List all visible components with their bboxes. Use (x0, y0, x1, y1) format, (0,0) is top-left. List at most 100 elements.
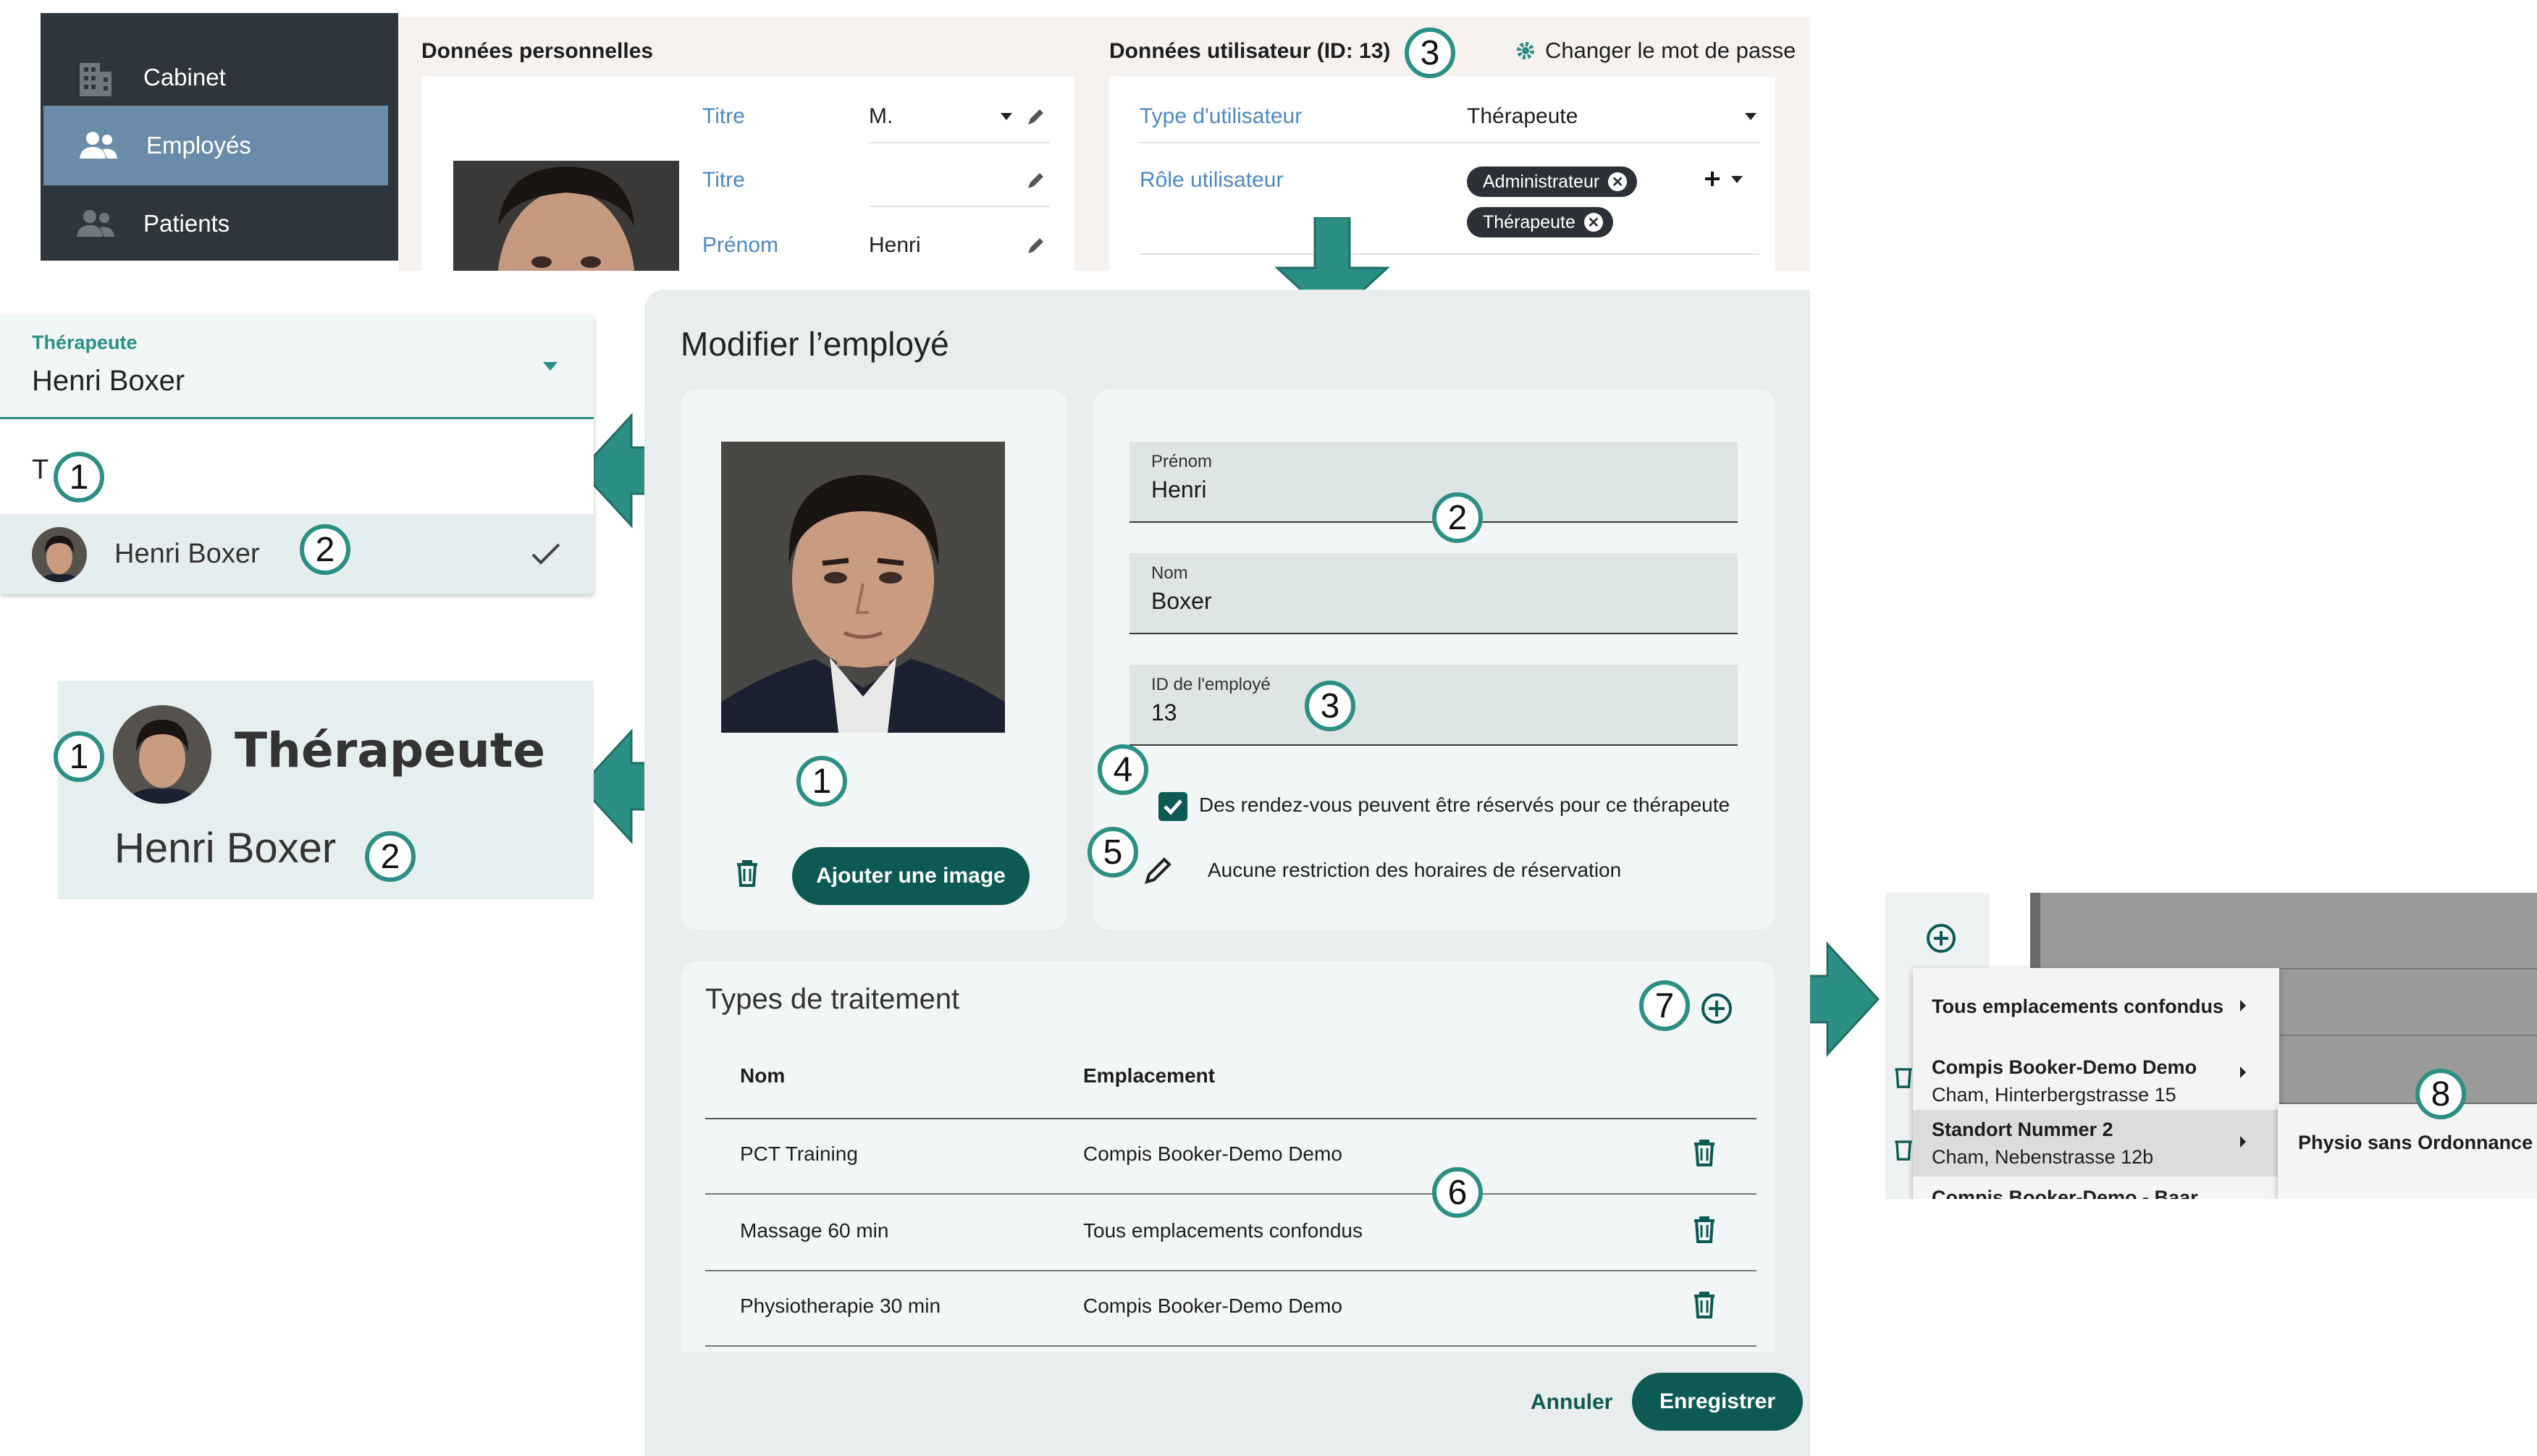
callout-3-dialog: 3 (1305, 681, 1355, 731)
employee-fields-card: Prénom Henri Nom Boxer ID de l'employé 1… (1093, 390, 1775, 930)
treatment-location: Tous emplacements confondus (1083, 1219, 1363, 1242)
users-icon (77, 130, 120, 161)
delete-image-icon[interactable] (734, 859, 760, 888)
column-header-location: Emplacement (1083, 1064, 1216, 1087)
therapist-search-input[interactable]: T (32, 455, 49, 486)
therapist-select-value: Henri Boxer (32, 365, 185, 397)
caret-down-icon[interactable] (1730, 175, 1743, 184)
location-menu-item[interactable]: Compis Booker-Demo - Baar (1913, 1177, 2279, 1199)
restriction-label[interactable]: Aucune restriction des horaires de réser… (1208, 859, 1621, 882)
therapist-header-panel: Thérapeute Henri Boxer (58, 681, 594, 899)
treatment-name: PCT Training (740, 1143, 858, 1165)
location-title: Tous emplacements confondus (1932, 996, 2224, 1017)
field-label-titre-2: Titre (702, 168, 745, 192)
remove-chip-icon[interactable]: ✕ (1583, 213, 1603, 232)
trash-icon[interactable] (1893, 1064, 1914, 1090)
table-divider (705, 1193, 1756, 1195)
treatments-title: Types de traitement (705, 983, 960, 1015)
delete-treatment-icon[interactable] (1691, 1290, 1717, 1319)
role-chip-label: Administrateur (1483, 171, 1600, 192)
sidebar-item-employes[interactable]: Employés (43, 106, 388, 185)
location-menu: Tous emplacements confondus Compis Booke… (1913, 968, 2279, 1199)
remove-chip-icon[interactable]: ✕ (1608, 172, 1628, 191)
last-name-value: Boxer (1151, 588, 1212, 614)
plus-icon[interactable] (1703, 169, 1722, 188)
location-address: Cham, Nebenstrasse 12b (1932, 1146, 2154, 1168)
last-name-label: Nom (1151, 563, 1188, 583)
cancel-button[interactable]: Annuler (1531, 1390, 1612, 1415)
sidebar-item-patients[interactable]: Patients (41, 184, 392, 264)
treatments-card: Types de traitement Nom Emplacement PCT … (681, 961, 1775, 1352)
chevron-right-icon (2240, 1136, 2246, 1148)
bookable-checkbox[interactable] (1158, 792, 1187, 821)
field-label-prenom: Prénom (702, 233, 779, 257)
therapist-option[interactable]: Henri Boxer (0, 514, 594, 594)
callout-1-search: 1 (54, 452, 104, 502)
table-divider (705, 1345, 1756, 1347)
pencil-icon[interactable] (1143, 854, 1174, 886)
field-underline (869, 206, 1050, 207)
employee-photo-small (453, 161, 679, 271)
last-name-field[interactable]: Nom Boxer (1129, 553, 1738, 634)
add-location-icon[interactable] (1924, 922, 1958, 955)
chevron-right-icon (2240, 1066, 2246, 1078)
add-treatment-icon[interactable] (1700, 992, 1733, 1025)
caret-down-icon (543, 362, 558, 371)
bookable-label: Des rendez-vous peuvent être réservés po… (1199, 794, 1730, 816)
delete-treatment-icon[interactable] (1691, 1138, 1717, 1167)
first-name-value: Henri (1151, 476, 1207, 502)
add-image-button[interactable]: Ajouter une image (792, 847, 1030, 905)
location-menu-item-active[interactable]: Standort Nummer 2 Cham, Nebenstrasse 12b (1913, 1110, 2279, 1177)
employee-id-field[interactable]: ID de l'employé 13 (1129, 665, 1738, 746)
patients-icon (74, 208, 117, 240)
callout-4: 4 (1098, 744, 1148, 795)
save-button[interactable]: Enregistrer (1632, 1373, 1803, 1431)
field-value-prenom[interactable]: Henri (869, 233, 921, 258)
trash-icon[interactable] (1893, 1136, 1914, 1162)
treatment-name: Physiotherapie 30 min (740, 1295, 941, 1317)
callout-8: 8 (2415, 1069, 2466, 1119)
pencil-icon[interactable] (1025, 106, 1047, 127)
callout-6: 6 (1432, 1167, 1483, 1218)
callout-1-dialog: 1 (796, 756, 847, 807)
user-type-value[interactable]: Thérapeute (1467, 104, 1578, 129)
avatar (113, 705, 211, 804)
role-chip-therapeute[interactable]: Thérapeute ✕ (1467, 207, 1613, 237)
check-icon (1164, 799, 1182, 815)
field-label-titre: Titre (702, 104, 745, 128)
field-underline (1140, 253, 1759, 255)
caret-down-icon[interactable] (999, 111, 1014, 122)
callout-1-header: 1 (54, 731, 104, 782)
change-password-link[interactable]: Changer le mot de passe (1515, 38, 1796, 64)
personal-data-card: Titre M. Titre Prénom Henri (421, 77, 1074, 271)
role-chip-administrateur[interactable]: Administrateur ✕ (1467, 167, 1638, 197)
callout-2-dialog: 2 (1432, 492, 1483, 543)
location-menu-item[interactable]: Compis Booker-Demo Demo Cham, Hinterberg… (1913, 1043, 2279, 1110)
check-icon (531, 543, 560, 565)
callout-2-option: 2 (300, 524, 350, 575)
treatment-location: Compis Booker-Demo Demo (1083, 1295, 1342, 1317)
gear-icon (1517, 42, 1534, 59)
employee-id-label: ID de l'employé (1151, 675, 1271, 694)
change-password-label: Changer le mot de passe (1545, 38, 1796, 63)
column-header-name: Nom (740, 1064, 786, 1087)
caret-down-icon[interactable] (1743, 111, 1758, 122)
treatment-name: Massage 60 min (740, 1219, 889, 1242)
location-menu-item[interactable]: Tous emplacements confondus (1913, 968, 2279, 1043)
delete-treatment-icon[interactable] (1691, 1215, 1717, 1244)
pencil-icon[interactable] (1025, 235, 1047, 256)
user-type-label: Type d'utilisateur (1140, 104, 1303, 128)
therapist-select[interactable]: Thérapeute Henri Boxer (0, 316, 594, 419)
location-title: Compis Booker-Demo - Baar (1932, 1187, 2198, 1199)
user-data-card: Type d'utilisateur Thérapeute Rôle utili… (1109, 77, 1775, 271)
treatment-option[interactable]: Physio sans Ordonnance (2298, 1132, 2533, 1154)
therapist-option-label: Henri Boxer (114, 539, 260, 569)
location-submenu: Physio sans Ordonnance (2278, 1104, 2537, 1199)
location-title: Standort Nummer 2 (1932, 1119, 2113, 1140)
pencil-icon[interactable] (1025, 169, 1047, 191)
callout-3-top: 3 (1405, 28, 1455, 78)
field-value-titre[interactable]: M. (869, 104, 893, 129)
location-address: Cham, Hinterbergstrasse 15 (1932, 1084, 2176, 1106)
therapist-name: Henri Boxer (114, 825, 337, 872)
callout-7: 7 (1639, 980, 1690, 1031)
